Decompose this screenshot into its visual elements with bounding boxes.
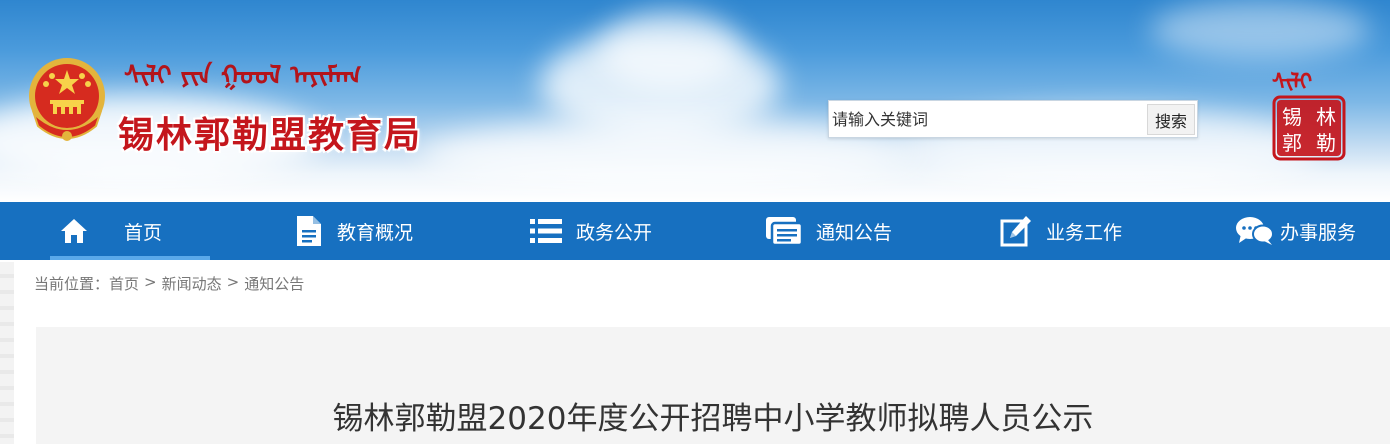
seal-char: 郭 bbox=[1282, 131, 1302, 155]
nav-item-label: 首页 bbox=[124, 221, 163, 244]
list-icon bbox=[530, 219, 562, 243]
nav-item-label: 业务工作 bbox=[1046, 221, 1123, 244]
search-button[interactable]: 搜索 bbox=[1147, 104, 1195, 135]
nav-item-label: 政务公开 bbox=[576, 221, 653, 244]
seal-char: 锡 bbox=[1282, 105, 1302, 129]
breadcrumb-prefix: 当前位置： bbox=[34, 275, 110, 293]
home-icon bbox=[61, 219, 87, 243]
breadcrumb: 当前位置： 首页 > 新闻动态 > 通知公告 bbox=[34, 273, 304, 294]
document-icon bbox=[297, 216, 321, 246]
nav-item-services[interactable]: 办事服务 bbox=[1236, 202, 1356, 260]
nav-item-label: 通知公告 bbox=[816, 221, 893, 244]
nav-item-label: 办事服务 bbox=[1280, 221, 1357, 244]
national-emblem-icon bbox=[29, 58, 105, 141]
red-seal-icon: 锡 林 郭 勒 bbox=[1272, 95, 1346, 161]
main-nav: 首页 教育概况 政务公开 通知公告 业务工作 办事服务 bbox=[0, 202, 1390, 260]
nav-item-home[interactable]: 首页 bbox=[50, 202, 210, 260]
breadcrumb-news-link[interactable]: 新闻动态 bbox=[162, 273, 222, 294]
breadcrumb-home-link[interactable]: 首页 bbox=[109, 273, 139, 294]
article-panel: 锡林郭勒盟2020年度公开招聘中小学教师拟聘人员公示 bbox=[36, 327, 1390, 444]
nav-item-government-affairs[interactable]: 政务公开 bbox=[530, 202, 652, 260]
search-box: 搜索 bbox=[828, 100, 1198, 138]
nav-item-label: 教育概况 bbox=[337, 221, 414, 244]
breadcrumb-separator: > bbox=[144, 273, 157, 291]
message-window-icon bbox=[766, 217, 802, 245]
site-title: 锡林郭勒盟教育局 bbox=[118, 114, 423, 156]
seal-char: 林 bbox=[1316, 105, 1336, 129]
nav-item-notices[interactable]: 通知公告 bbox=[766, 202, 892, 260]
header-banner: ᠰᠢᠯᠢ ᠶᠢᠨ ᠭᠣᠣᠯ ᠠᠶᠢᠮᠠᠭ 锡林郭勒盟教育局 搜索 ᠰᠢᠯᠢ 锡 … bbox=[0, 0, 1390, 202]
seal-mongolian-text: ᠰᠢᠯᠢ bbox=[1272, 69, 1313, 95]
breadcrumb-separator: > bbox=[226, 273, 240, 291]
cloud-decoration bbox=[1150, 0, 1370, 60]
search-input[interactable] bbox=[830, 103, 1144, 135]
nav-item-education-overview[interactable]: 教育概况 bbox=[295, 202, 413, 260]
edit-icon bbox=[1000, 216, 1031, 247]
article-title: 锡林郭勒盟2020年度公开招聘中小学教师拟聘人员公示 bbox=[332, 401, 1094, 437]
decorative-strip bbox=[0, 262, 14, 444]
chat-bubbles-icon bbox=[1236, 217, 1274, 245]
nav-item-business-work[interactable]: 业务工作 bbox=[1000, 202, 1122, 260]
breadcrumb-notices-link[interactable]: 通知公告 bbox=[244, 273, 304, 294]
mongolian-title: ᠰᠢᠯᠢ ᠶᠢᠨ ᠭᠣᠣᠯ ᠠᠶᠢᠮᠠᠭ bbox=[124, 61, 362, 91]
seal-char: 勒 bbox=[1316, 131, 1336, 155]
cloud-decoration bbox=[600, 10, 740, 90]
